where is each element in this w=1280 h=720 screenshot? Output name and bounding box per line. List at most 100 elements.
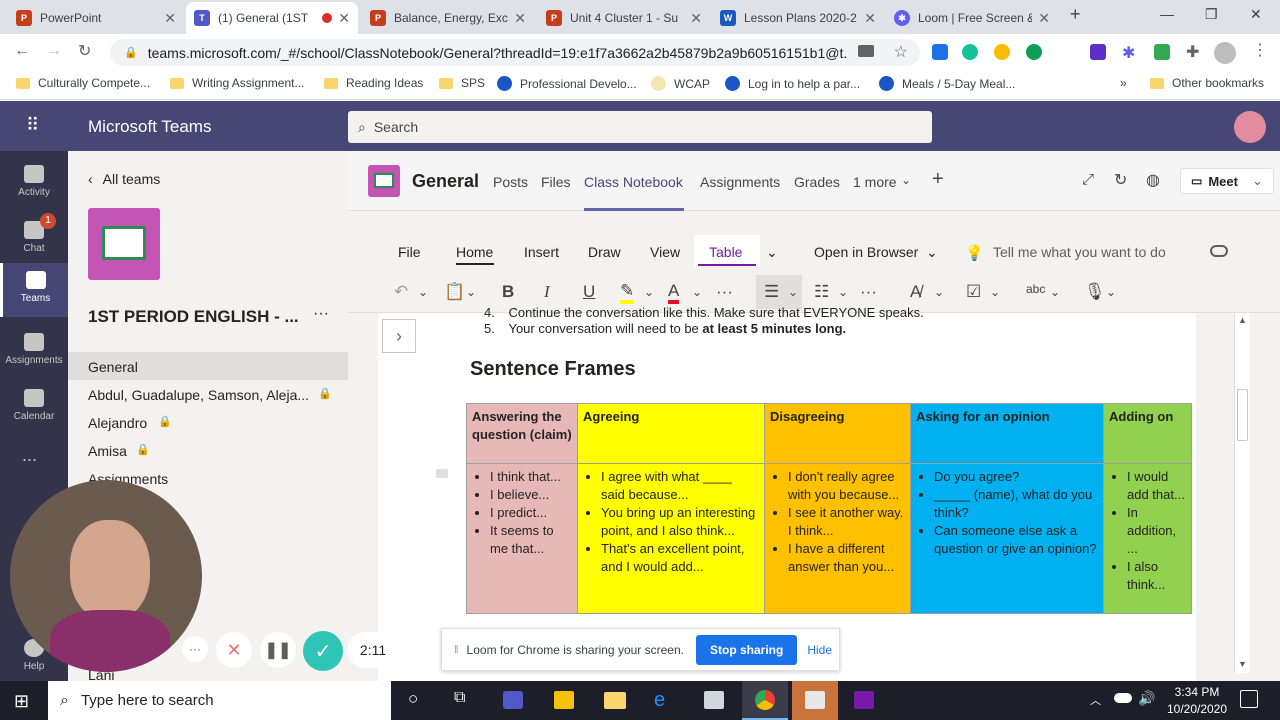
numbering-icon[interactable]: ☷ xyxy=(814,282,829,302)
hide-button[interactable]: Hide xyxy=(807,643,832,657)
tab-assignments[interactable]: Assignments xyxy=(700,174,780,190)
rail-item-chat[interactable]: Chat 1 xyxy=(0,213,68,267)
drag-handle-icon[interactable]: ‖ xyxy=(454,644,459,656)
grammarly-icon[interactable] xyxy=(962,44,978,60)
loom-pause-button[interactable]: ❚❚ xyxy=(260,632,296,668)
close-icon[interactable]: ✕ xyxy=(1038,10,1050,27)
paragraph-handle-icon[interactable] xyxy=(436,469,448,478)
chevron-down-icon[interactable]: ⌄ xyxy=(644,285,654,299)
add-tab-icon[interactable]: + xyxy=(932,168,944,191)
tell-me-input[interactable]: Tell me what you want to do xyxy=(993,244,1166,260)
rail-item-assignments[interactable]: Assignments xyxy=(0,325,68,379)
chevron-down-icon[interactable]: ⌄ xyxy=(466,285,476,299)
table-cell[interactable]: Do you agree? _____ (name), what do you … xyxy=(910,463,1104,614)
new-tab-icon[interactable]: + xyxy=(1070,4,1081,25)
chevron-down-icon[interactable]: ⌄ xyxy=(692,285,702,299)
expand-icon[interactable]: ⤢ xyxy=(1082,171,1094,188)
close-icon[interactable]: ✕ xyxy=(338,10,350,27)
camera-icon[interactable] xyxy=(858,45,874,57)
minimize-icon[interactable]: — xyxy=(1160,6,1174,22)
clock-time[interactable]: 3:34 PM xyxy=(1162,685,1232,699)
other-bookmarks[interactable]: Other bookmarks xyxy=(1150,76,1264,90)
chevron-down-icon[interactable]: ⌄ xyxy=(926,244,938,261)
tab-class-notebook[interactable]: Class Notebook xyxy=(584,174,683,190)
close-icon[interactable]: ✕ xyxy=(164,10,176,27)
browser-tab[interactable]: ✱ Loom | Free Screen & ✕ xyxy=(886,2,1058,34)
ribbon-tab-draw[interactable]: Draw xyxy=(588,244,621,260)
ribbon-tab-insert[interactable]: Insert xyxy=(524,244,559,260)
file-explorer-icon[interactable] xyxy=(604,692,626,709)
tab-grades[interactable]: Grades xyxy=(794,174,840,190)
table-cell[interactable]: I would add that... In addition, ... I a… xyxy=(1103,463,1192,614)
cortana-icon[interactable]: ○ xyxy=(408,689,418,709)
table-cell[interactable]: I think that... I believe... I predict..… xyxy=(466,463,578,614)
chevron-down-icon[interactable]: ⌄ xyxy=(1252,173,1263,189)
app-taskbar-item[interactable] xyxy=(792,681,838,720)
globe-icon[interactable]: ◍ xyxy=(1146,170,1160,190)
header-cell[interactable]: Answering the question (claim) xyxy=(466,403,578,464)
scroll-up-icon[interactable]: ▲ xyxy=(1238,315,1247,325)
onenote-icon[interactable] xyxy=(854,691,874,709)
chrome-taskbar-item[interactable] xyxy=(742,681,788,720)
maximize-icon[interactable]: ❐ xyxy=(1205,6,1218,23)
avatar[interactable] xyxy=(1234,111,1266,143)
bookmark[interactable]: Professional Develo... xyxy=(497,76,637,91)
vertical-scrollbar[interactable]: ▲ ▼ xyxy=(1234,313,1250,673)
more-bookmarks[interactable]: » xyxy=(1120,76,1127,90)
chevron-down-icon[interactable]: ⌄ xyxy=(934,285,944,299)
sentence-frames-table[interactable]: Answering the question (claim) Agreeing … xyxy=(466,403,1192,614)
loom-more-button[interactable]: ··· xyxy=(182,636,208,662)
spelling-icon[interactable]: abc xyxy=(1026,282,1045,296)
extension-icon[interactable] xyxy=(994,44,1010,60)
browser-tab[interactable]: P Unit 4 Cluster 1 - Su ✕ xyxy=(538,2,710,34)
scrollbar-thumb[interactable] xyxy=(1237,389,1248,441)
meet-button[interactable]: ▭ Meet ⌄ xyxy=(1180,168,1274,194)
styles-icon[interactable]: A̸ xyxy=(910,282,921,302)
windows-start-icon[interactable]: ⊞ xyxy=(14,691,29,712)
header-cell[interactable]: Disagreeing xyxy=(764,403,911,464)
notebook-page[interactable]: › 4. Continue the conversation like this… xyxy=(378,305,1196,681)
edge-icon[interactable]: e xyxy=(654,689,665,712)
table-cell[interactable]: I agree with what ____ said because... Y… xyxy=(577,463,765,614)
italic-icon[interactable]: I xyxy=(544,282,550,302)
tab-more[interactable]: 1 more xyxy=(853,174,897,190)
font-color-icon[interactable]: A xyxy=(668,282,680,304)
app-launcher-icon[interactable]: ⠿ xyxy=(26,115,40,136)
browser-tab[interactable]: P Balance, Energy, Exc ✕ xyxy=(362,2,534,34)
reload-icon[interactable]: ↻ xyxy=(1114,170,1127,190)
bookmark[interactable]: Writing Assignment... xyxy=(170,76,305,90)
chevron-down-icon[interactable]: ⌄ xyxy=(1106,285,1116,299)
close-icon[interactable]: ✕ xyxy=(514,10,526,27)
bookmark[interactable]: Reading Ideas xyxy=(324,76,423,90)
team-more-icon[interactable]: ··· xyxy=(313,305,329,323)
channel-private[interactable]: Amisa xyxy=(88,443,127,459)
channel-private[interactable]: Alejandro xyxy=(88,415,147,431)
header-cell[interactable]: Agreeing xyxy=(577,403,765,464)
table-cell[interactable]: I don't really agree with you because...… xyxy=(764,463,911,614)
volume-icon[interactable]: 🔊 xyxy=(1138,690,1155,707)
rail-item-calendar[interactable]: Calendar xyxy=(0,381,68,435)
rail-item-activity[interactable]: Activity xyxy=(0,157,68,211)
chevron-up-icon[interactable]: ︿ xyxy=(1090,692,1101,708)
chevron-down-icon[interactable]: ⌄ xyxy=(788,285,798,299)
expand-sections-button[interactable]: › xyxy=(382,319,416,353)
forward-icon[interactable]: → xyxy=(46,42,62,60)
extension-icon[interactable] xyxy=(932,44,948,60)
chevron-down-icon[interactable]: ⌄ xyxy=(418,285,428,299)
clipboard-icon[interactable]: 📋 xyxy=(444,282,465,302)
store-icon[interactable] xyxy=(704,691,724,709)
bookmark[interactable]: WCAP xyxy=(651,76,710,91)
bookmark[interactable]: Meals / 5-Day Meal... xyxy=(879,76,1015,91)
menu-icon[interactable]: ⋮ xyxy=(1252,40,1268,60)
webcam-bubble[interactable] xyxy=(10,480,202,672)
stop-sharing-button[interactable]: Stop sharing xyxy=(695,634,798,665)
onedrive-icon[interactable] xyxy=(1114,693,1132,703)
chevron-down-icon[interactable]: ⌄ xyxy=(766,244,778,261)
rail-item-teams[interactable]: Teams xyxy=(0,263,68,317)
browser-tab[interactable]: W Lesson Plans 2020-2 ✕ xyxy=(712,2,884,34)
browser-tab[interactable]: P PowerPoint ✕ xyxy=(8,2,184,34)
close-icon[interactable]: ✕ xyxy=(864,10,876,27)
header-cell[interactable]: Adding on xyxy=(1103,403,1192,464)
ribbon-tab-file[interactable]: File xyxy=(398,244,421,260)
bookmark[interactable]: Log in to help a par... xyxy=(725,76,860,91)
